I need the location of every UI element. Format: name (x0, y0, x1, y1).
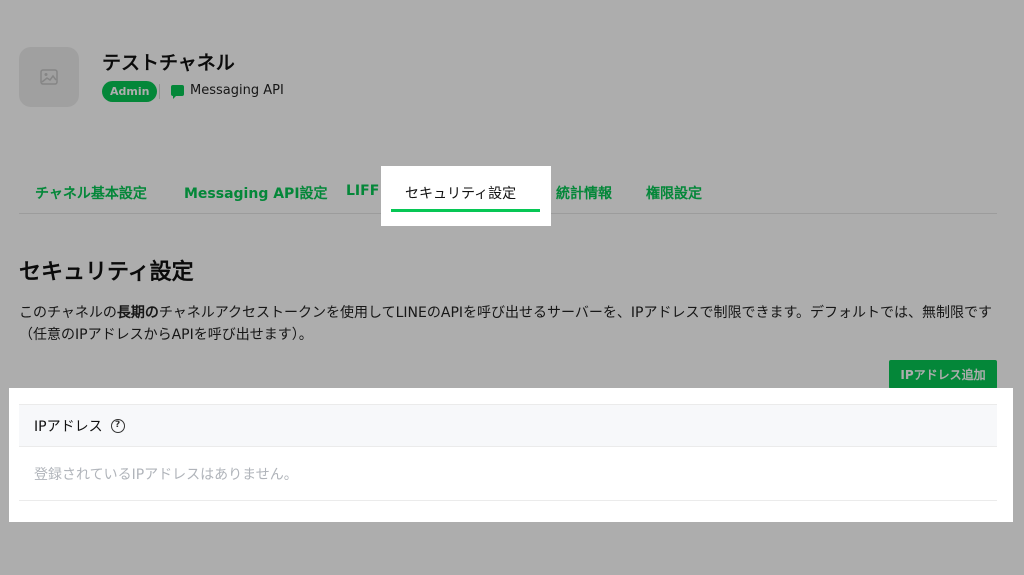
channel-title: テストチャネル (102, 52, 235, 74)
role-badge: Admin (102, 81, 158, 102)
tab-security[interactable]: セキュリティ設定 (405, 183, 516, 203)
desc-part-2: チャネルアクセストークンを使用してLINEのAPIを呼び出せるサーバーを、IPア… (19, 305, 993, 343)
tab-messaging-api[interactable]: Messaging API設定 (184, 183, 328, 203)
tab-permissions[interactable]: 権限設定 (646, 183, 702, 203)
image-placeholder-icon (40, 69, 58, 85)
question-circle-icon[interactable]: ? (110, 418, 125, 433)
desc-part-1: このチャネルの (19, 305, 117, 321)
channel-type-label: Messaging API (190, 83, 284, 98)
channel-type: Messaging API (171, 83, 284, 99)
active-tab-indicator (391, 209, 540, 212)
section-description: このチャネルの長期のチャネルアクセストークンを使用してLINEのAPIを呼び出せ… (19, 302, 1004, 346)
column-header-ip: IPアドレス (34, 418, 103, 435)
chat-bubble-icon (171, 85, 184, 99)
badge-divider (159, 84, 160, 99)
tab-channel-basic[interactable]: チャネル基本設定 (35, 183, 147, 203)
tab-statistics[interactable]: 統計情報 (556, 183, 612, 203)
page-title: セキュリティ設定 (19, 260, 194, 285)
empty-state-text: 登録されているIPアドレスはありません。 (34, 467, 298, 483)
tab-liff[interactable]: LIFF (346, 183, 379, 199)
add-ip-address-button[interactable]: IPアドレス追加 (889, 360, 997, 389)
ip-address-table: IPアドレス ? 登録されているIPアドレスはありません。 (19, 404, 997, 501)
table-divider (19, 500, 997, 501)
channel-thumbnail (19, 47, 79, 107)
table-header: IPアドレス ? (19, 404, 997, 447)
desc-bold: 長期の (116, 305, 159, 321)
